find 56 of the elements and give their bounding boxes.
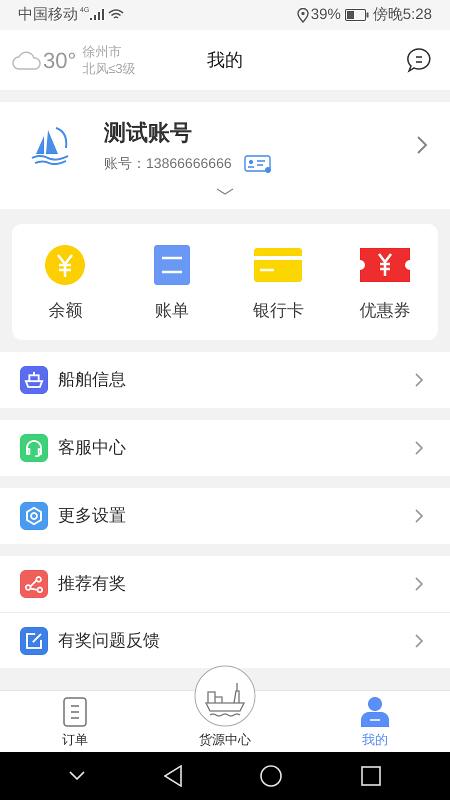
chevron-right-icon [414,632,424,648]
quick-action-button[interactable]: 账单 [118,224,225,340]
menu-label: 客服中心 [58,437,126,460]
chevron-right-icon [414,440,424,456]
signal-icon [90,9,104,21]
account-name: 测试账号 [104,119,193,147]
chevron-right-icon [416,135,428,155]
back-icon[interactable] [164,765,182,787]
menu-label: 更多设置 [58,505,126,528]
bank-card-icon [254,248,302,282]
quick-action-button[interactable]: 余额 [12,224,118,340]
carrier-text: 中国移动 [18,4,78,25]
battery-percent: 39% [310,4,341,25]
quick-action-button[interactable]: 优惠券 [332,224,438,340]
battery-icon [344,9,369,21]
headset-icon [20,434,48,462]
id-card-icon [244,154,272,172]
wind-text: 北风≤3级 [82,60,136,77]
location-icon [296,8,309,22]
home-icon[interactable] [260,765,282,787]
ship-icon [20,366,48,394]
menu-label: 有奖问题反馈 [58,630,160,652]
chevron-right-icon [414,576,424,592]
profile-card[interactable]: 测试账号 账号：13866666666 [0,102,450,209]
menu-row[interactable]: 有奖问题反馈 [0,612,450,668]
city-text: 徐州市 [82,43,122,60]
gear-icon [20,502,48,530]
page-title: 我的 [207,48,243,72]
menu-label: 推荐有奖 [58,573,126,596]
bill-icon [154,245,190,285]
sailboat-logo-icon [30,124,70,166]
tab-button[interactable]: 订单 [0,691,150,752]
chevron-down-icon[interactable] [69,771,86,781]
account-number: 账号：13866666666 [104,154,232,173]
cloud-icon [12,50,42,70]
document-icon [63,696,87,726]
menu-row[interactable]: 船舶信息 [0,352,450,408]
clock-text: 傍晚5:28 [372,4,432,25]
menu-row[interactable]: 推荐有奖 [0,556,450,612]
chevron-down-icon [216,188,234,196]
chevron-right-icon [414,508,424,524]
menu-row[interactable]: 客服中心 [0,420,450,476]
share-icon [20,570,48,598]
menu-label: 船舶信息 [58,369,126,392]
chevron-right-icon [414,372,424,388]
person-icon [361,696,389,726]
recents-icon[interactable] [360,766,381,786]
yen-coin-icon [45,245,86,285]
chat-bubble-icon [406,47,432,73]
wifi-icon [108,9,124,21]
edit-icon [20,626,48,654]
menu-row[interactable]: 更多设置 [0,488,450,544]
quick-action-button[interactable]: 银行卡 [225,224,332,340]
temperature-text: 30° [43,46,76,74]
message-button[interactable] [406,47,432,73]
coupon-icon [360,248,410,282]
